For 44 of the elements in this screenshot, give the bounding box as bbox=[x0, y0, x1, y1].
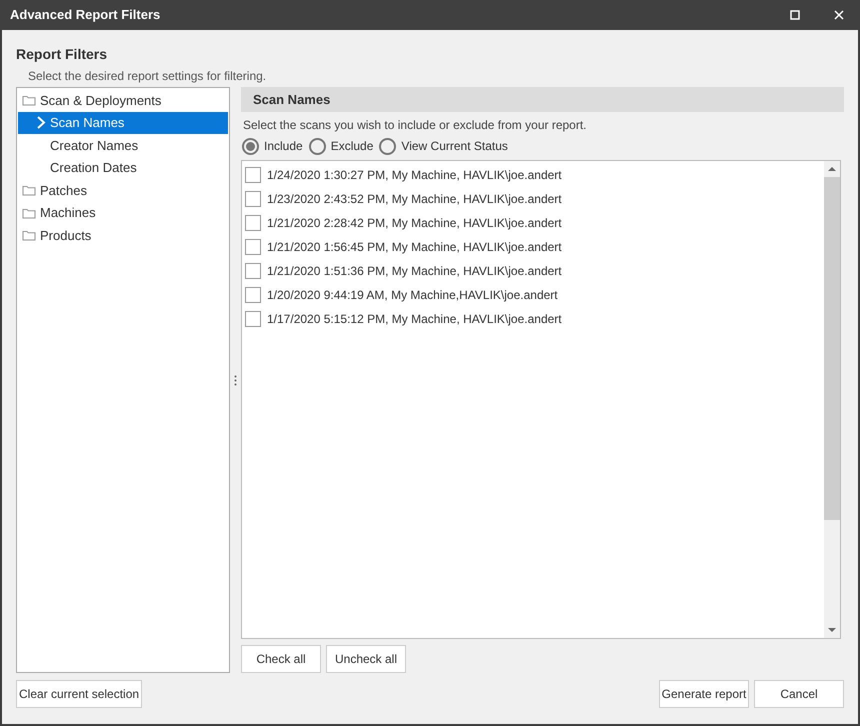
footer-button[interactable]: Cancel bbox=[754, 680, 844, 708]
folder-icon bbox=[22, 94, 36, 106]
radio-option[interactable]: View Current Status bbox=[379, 137, 508, 155]
folder-icon bbox=[22, 229, 36, 242]
scrollbar[interactable] bbox=[824, 161, 840, 638]
scan-item[interactable]: 1/23/2020 2:43:52 PM, My Machine, HAVLIK\joe.andert bbox=[245, 187, 824, 211]
window-title: Advanced Report Filters bbox=[10, 6, 160, 24]
tree-item[interactable]: Machines bbox=[18, 202, 228, 224]
tree-item[interactable]: Creator Names bbox=[18, 134, 228, 156]
splitter-grip-icon[interactable] bbox=[234, 374, 237, 386]
folder-icon bbox=[22, 184, 36, 196]
panel-title: Scan Names bbox=[253, 90, 330, 109]
chevron-icon bbox=[36, 116, 46, 130]
radio-option[interactable]: Exclude bbox=[308, 137, 374, 155]
scan-item[interactable]: 1/21/2020 1:56:45 PM, My Machine, HAVLIK\joe.andert bbox=[245, 235, 824, 259]
scan-item[interactable]: 1/20/2020 9:44:19 AM, My Machine,HAVLIK\joe.andert bbox=[245, 283, 824, 307]
scan-item[interactable]: 1/17/2020 5:15:12 PM, My Machine, HAVLIK\joe.andert bbox=[245, 307, 824, 331]
footer-button[interactable]: Generate report bbox=[659, 680, 749, 708]
checkbox[interactable] bbox=[245, 239, 261, 255]
scan-item[interactable]: 1/24/2020 1:30:27 PM, My Machine, HAVLIK\joe.andert bbox=[245, 163, 824, 187]
checkbox[interactable] bbox=[245, 191, 261, 207]
checkbox[interactable] bbox=[245, 215, 261, 231]
scan-item[interactable]: 1/21/2020 1:51:36 PM, My Machine, HAVLIK\joe.andert bbox=[245, 259, 824, 283]
checkbox[interactable] bbox=[245, 311, 261, 327]
tree-item[interactable]: Creation Dates bbox=[18, 156, 228, 179]
tree-item[interactable]: Patches bbox=[18, 179, 228, 202]
section-heading: Report Filters bbox=[16, 45, 108, 64]
close-icon[interactable] bbox=[834, 10, 844, 20]
panel-description: Select the scans you wish to include or exclude from your report. bbox=[243, 117, 588, 134]
section-subtitle: Select the desired report settings for filtering. bbox=[28, 68, 268, 85]
radio-option[interactable]: Include bbox=[242, 137, 303, 155]
checkbox[interactable] bbox=[245, 167, 261, 183]
checkbox[interactable] bbox=[245, 287, 261, 303]
checkbox[interactable] bbox=[245, 263, 261, 279]
tree-item[interactable]: Scan & Deployments bbox=[18, 89, 228, 112]
maximize-icon[interactable] bbox=[790, 10, 800, 20]
list-button[interactable]: Uncheck all bbox=[326, 645, 406, 673]
clear-selection-button[interactable]: Clear current selection bbox=[16, 680, 142, 708]
scan-item[interactable]: 1/21/2020 2:28:42 PM, My Machine, HAVLIK\joe.andert bbox=[245, 211, 824, 235]
folder-icon bbox=[22, 206, 36, 219]
list-button[interactable]: Check all bbox=[241, 645, 321, 673]
tree-item[interactable]: Products bbox=[18, 224, 228, 246]
tree-item[interactable]: Scan Names bbox=[18, 112, 228, 134]
scroll-thumb[interactable] bbox=[824, 177, 840, 520]
